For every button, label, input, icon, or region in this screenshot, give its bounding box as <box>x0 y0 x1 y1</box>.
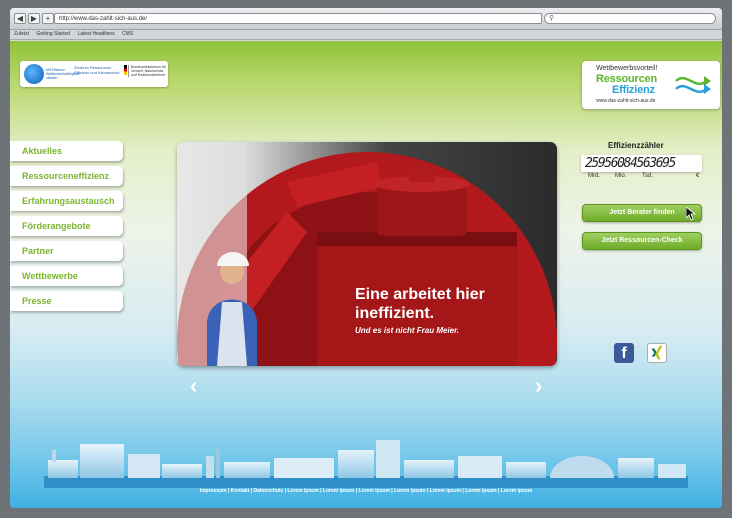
campaign-tagline: Wettbewerbsvorteil! <box>596 65 658 72</box>
bookmarks-bar: Zuletzt Getting Started Latest Headlines… <box>10 30 722 40</box>
new-tab-button[interactable]: + <box>42 13 54 24</box>
bookmark-item[interactable]: Zuletzt <box>14 31 29 37</box>
back-button[interactable]: ◀ <box>14 13 26 24</box>
slider-next-icon[interactable]: › <box>535 375 542 397</box>
browser-window: ◀ ▶ + http://www.das-zahlt-sich-aus.de/ … <box>10 8 722 508</box>
mouse-cursor-icon <box>686 207 696 221</box>
bookmark-item[interactable]: Latest Headlines <box>77 31 114 37</box>
hero-slider[interactable]: Eine arbeitet hier ineffizient. Und es i… <box>177 142 557 366</box>
counter-title: Effizienzzähler <box>608 141 664 150</box>
facebook-icon[interactable]: f <box>614 343 634 363</box>
brand-text: Mit Effizienz Wettbewerbsfähigkeit stärk… <box>46 68 80 80</box>
counter-label-euro: € <box>696 173 700 179</box>
campaign-url: www.das-zahlt-sich-aus.de <box>596 98 656 104</box>
browser-toolbar: ◀ ▶ + http://www.das-zahlt-sich-aus.de/ … <box>10 8 722 30</box>
web-page: Mit Effizienz Wettbewerbsfähigkeit stärk… <box>10 41 722 508</box>
nav-item-aktuelles[interactable]: Aktuelles <box>10 141 123 161</box>
resource-check-button[interactable]: Jetzt Ressourcen-Check <box>582 232 702 250</box>
center-logo-text: Zentrum Ressourcen Effizienz und Klimasc… <box>74 65 120 75</box>
flag-icon <box>124 65 127 75</box>
main-navigation: Aktuelles Ressourceneffizienz Erfahrungs… <box>10 141 124 316</box>
hero-headline: Eine arbeitet hier ineffizient. <box>355 286 485 322</box>
xing-icon[interactable] <box>647 343 667 363</box>
find-consultant-button[interactable]: Jetzt Berater finden <box>582 204 702 222</box>
campaign-logo[interactable]: Wettbewerbsvorteil! Ressourcen Effizienz… <box>582 61 720 109</box>
search-input[interactable]: ⚲ <box>544 13 716 24</box>
exchange-arrows-icon <box>675 76 711 94</box>
nav-item-erfahrungsaustausch[interactable]: Erfahrungsaustausch <box>10 191 123 211</box>
bookmark-item[interactable]: CMS <box>122 31 133 37</box>
url-bar[interactable]: http://www.das-zahlt-sich-aus.de/ <box>54 13 542 24</box>
nav-item-partner[interactable]: Partner <box>10 241 123 261</box>
nav-item-ressourceneffizienz[interactable]: Ressourceneffizienz <box>10 166 123 186</box>
browser-nav-buttons: ◀ ▶ + <box>14 13 54 24</box>
nav-item-foerderangebote[interactable]: Förderangebote <box>10 216 123 236</box>
bookmark-item[interactable]: Getting Started <box>36 31 70 37</box>
globe-logo-icon <box>24 64 44 84</box>
forward-button[interactable]: ▶ <box>28 13 40 24</box>
counter-label-tsd: Tsd. <box>642 173 654 179</box>
efficiency-counter: 25956084563695 <box>581 155 702 172</box>
campaign-title-line2: Effizienz <box>612 84 655 96</box>
industrial-skyline-image <box>44 440 688 488</box>
footer-links[interactable]: Impressum | Kontakt | Datenschutz | Lore… <box>10 488 722 494</box>
nav-item-presse[interactable]: Presse <box>10 291 123 311</box>
slider-prev-icon[interactable]: ‹ <box>190 375 197 397</box>
ministry-logo-text: Bundesministerium für Umwelt, Naturschut… <box>128 65 166 77</box>
nav-item-wettbewerbe[interactable]: Wettbewerbe <box>10 266 123 286</box>
counter-label-mio: Mio. <box>615 173 627 179</box>
partner-logo-bar[interactable]: Mit Effizienz Wettbewerbsfähigkeit stärk… <box>20 61 168 87</box>
hero-subline: Und es ist nicht Frau Meier. <box>355 326 460 335</box>
search-icon: ⚲ <box>549 15 555 22</box>
counter-label-mrd: Mrd. <box>588 173 600 179</box>
